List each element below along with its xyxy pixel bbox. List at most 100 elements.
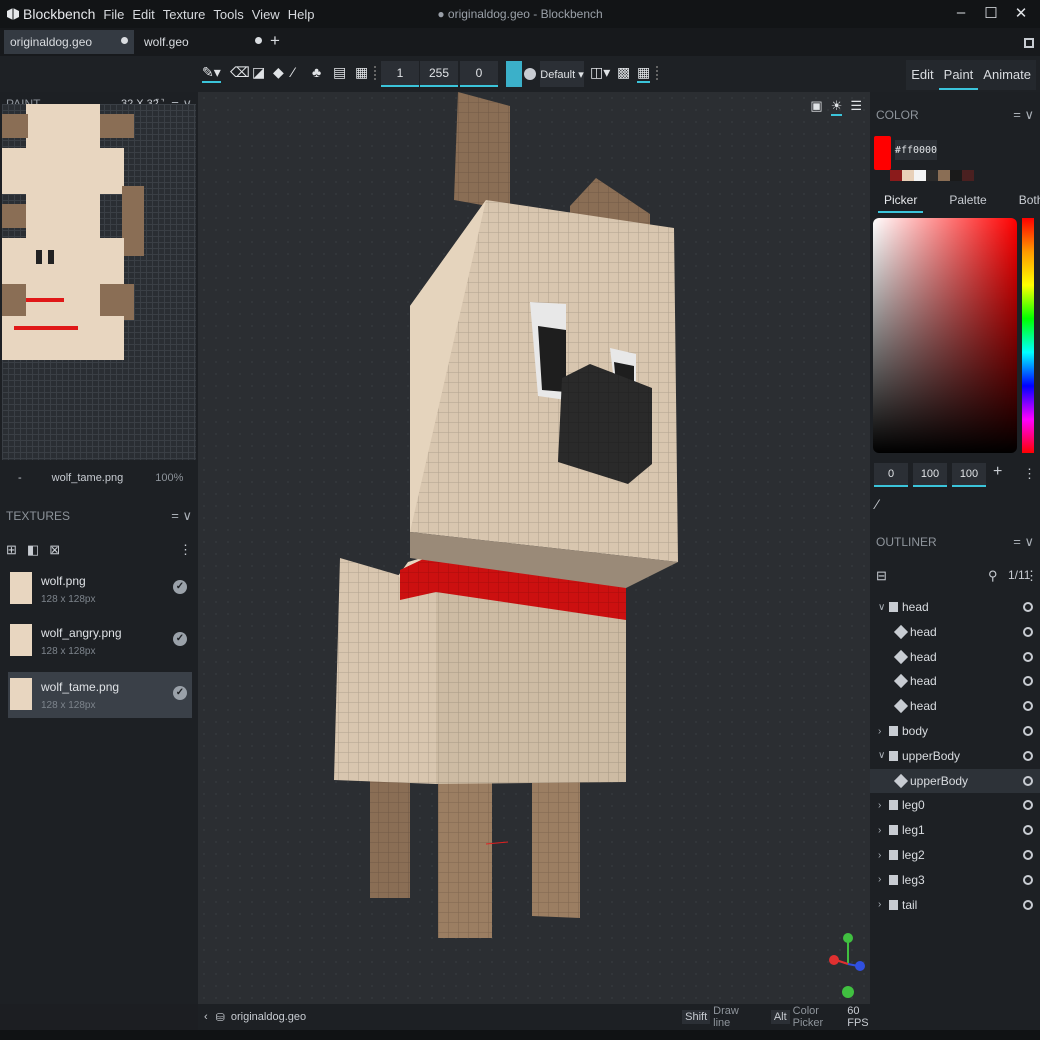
more-options-icon[interactable]: ⋮	[1025, 568, 1038, 584]
status-chevron-left-icon[interactable]: ‹	[204, 1011, 208, 1023]
add-to-palette-icon[interactable]: +	[993, 463, 1002, 487]
recent-color-swatch[interactable]	[890, 170, 902, 181]
tab-picker[interactable]: Picker	[878, 189, 924, 213]
lock-alpha-icon[interactable]: ▩	[617, 64, 630, 81]
outliner-cube-row[interactable]: head	[870, 645, 1040, 669]
eraser-icon[interactable]: ⌫	[230, 64, 250, 81]
viewport-menu-icon[interactable]: ☰	[850, 98, 862, 116]
import-texture-icon[interactable]: ⊞	[6, 542, 17, 558]
menu-tools[interactable]: Tools	[213, 7, 243, 22]
visibility-icon[interactable]	[1023, 676, 1033, 687]
recent-color-swatch[interactable]	[962, 170, 974, 181]
hex-color-input[interactable]: #ff0000	[895, 140, 937, 160]
panel-menu-icon[interactable]: = ∨	[1013, 107, 1034, 123]
visibility-icon[interactable]	[1023, 750, 1033, 761]
eyedropper-icon[interactable]: ⁄	[876, 496, 878, 512]
outliner-group-row[interactable]: › tail	[870, 893, 1040, 917]
copy-brush-icon[interactable]: ♣	[312, 64, 321, 80]
mode-animate[interactable]: Animate	[978, 60, 1036, 90]
brush-icon[interactable]: ✎▾	[202, 64, 221, 83]
pixel-grid-icon[interactable]: ▦	[637, 64, 651, 83]
more-options-icon[interactable]: ⋮	[1023, 466, 1036, 482]
zoom-out-button[interactable]: -	[18, 472, 22, 484]
gradient-tool-icon[interactable]: ▦	[355, 64, 368, 81]
fill-icon[interactable]: ◪	[252, 64, 265, 81]
add-tab-icon[interactable]: +	[270, 31, 280, 51]
unsaved-dot-icon[interactable]	[255, 37, 262, 44]
brush-shape-square-button[interactable]	[506, 61, 522, 87]
chevron-right-icon[interactable]: ›	[878, 726, 887, 737]
recent-color-swatch[interactable]	[914, 170, 926, 181]
menu-file[interactable]: File	[103, 7, 124, 22]
tab-originaldog[interactable]: originaldog.geo	[4, 30, 134, 54]
chevron-right-icon[interactable]: ›	[878, 874, 887, 885]
texture-atlas-icon[interactable]: ⊠	[49, 542, 60, 558]
outliner-group-row[interactable]: ∨ head	[870, 595, 1040, 619]
outliner-group-row[interactable]: › leg1	[870, 818, 1040, 842]
mode-paint[interactable]: Paint	[938, 60, 979, 90]
visibility-icon[interactable]	[1023, 602, 1033, 612]
visibility-icon[interactable]	[1023, 775, 1033, 786]
menu-edit[interactable]: Edit	[132, 7, 154, 22]
panel-menu-icon[interactable]: = ∨	[1013, 534, 1034, 550]
eyedropper-icon[interactable]: ⁄	[292, 64, 294, 80]
axis-gizmo[interactable]	[826, 932, 870, 1002]
visibility-icon[interactable]	[1023, 701, 1033, 712]
visibility-icon[interactable]	[1023, 626, 1033, 637]
visibility-icon[interactable]	[1023, 800, 1033, 811]
outliner-group-row[interactable]: › leg3	[870, 868, 1040, 892]
chevron-right-icon[interactable]: ›	[878, 850, 887, 861]
brush-size-input[interactable]: 1	[381, 61, 419, 87]
saturation-input[interactable]: 100	[913, 463, 947, 487]
recent-color-swatch[interactable]	[902, 170, 914, 181]
shape-tool-icon[interactable]: ▤	[333, 64, 346, 81]
outliner-cube-row[interactable]: head	[870, 669, 1040, 693]
brush-opacity-input[interactable]: 255	[420, 61, 458, 87]
hue-input[interactable]: 0	[874, 463, 908, 487]
visibility-icon[interactable]	[1023, 850, 1033, 860]
recent-color-swatch[interactable]	[950, 170, 962, 181]
color-eraser-icon[interactable]: ◆	[273, 64, 284, 81]
outliner-cube-row[interactable]: head	[870, 620, 1040, 644]
current-color-swatch[interactable]	[874, 136, 891, 170]
outliner-cube-row[interactable]: head	[870, 694, 1040, 718]
menu-texture[interactable]: Texture	[163, 7, 206, 22]
add-group-icon[interactable]: ⊟	[876, 568, 887, 584]
outliner-group-row[interactable]: ∨ upperBody	[870, 744, 1040, 768]
tab-overview-icon[interactable]	[1024, 38, 1034, 48]
unsaved-dot-icon[interactable]	[121, 37, 128, 44]
visibility-icon[interactable]	[1023, 874, 1033, 885]
visibility-icon[interactable]	[1023, 651, 1033, 662]
close-icon[interactable]: ✕	[1010, 4, 1032, 22]
visibility-icon[interactable]	[1023, 825, 1033, 836]
hue-slider[interactable]	[1022, 218, 1034, 453]
more-options-icon[interactable]: ⋮	[179, 542, 192, 558]
tab-both[interactable]: Both	[1013, 189, 1040, 213]
saturation-value-picker[interactable]	[873, 218, 1017, 453]
maximize-icon[interactable]: ☐	[980, 4, 1002, 22]
visibility-icon[interactable]	[1023, 899, 1033, 910]
recent-color-swatch[interactable]	[938, 170, 950, 181]
texture-item[interactable]: wolf_angry.png 128 x 128px ✓	[8, 618, 192, 664]
camera-icon[interactable]: ▣	[810, 98, 822, 116]
visibility-icon[interactable]	[1023, 726, 1033, 736]
chevron-right-icon[interactable]: ›	[878, 800, 887, 811]
mirror-painting-icon[interactable]: ◫▾	[590, 64, 610, 81]
create-texture-icon[interactable]: ◧	[27, 542, 39, 558]
outliner-group-row[interactable]: › leg2	[870, 843, 1040, 867]
search-icon[interactable]: ⚲	[988, 568, 998, 584]
tab-wolf[interactable]: wolf.geo	[138, 30, 268, 54]
outliner-cube-row[interactable]: upperBody	[870, 768, 1040, 793]
texture-item[interactable]: wolf.png 128 x 128px ✓	[8, 566, 192, 612]
chevron-right-icon[interactable]: ›	[878, 899, 887, 910]
blend-mode-select[interactable]: Default ▾	[540, 61, 584, 87]
value-input[interactable]: 100	[952, 463, 986, 487]
chevron-right-icon[interactable]: ›	[878, 825, 887, 836]
menu-view[interactable]: View	[252, 7, 280, 22]
chevron-down-icon[interactable]: ∨	[878, 602, 887, 613]
texture-item-selected[interactable]: wolf_tame.png 128 x 128px ✓	[8, 672, 192, 718]
uv-editor[interactable]	[2, 104, 196, 460]
minimize-icon[interactable]: –	[950, 4, 972, 22]
mode-edit[interactable]: Edit	[906, 60, 938, 90]
panel-menu-icon[interactable]: = ∨	[171, 508, 192, 524]
